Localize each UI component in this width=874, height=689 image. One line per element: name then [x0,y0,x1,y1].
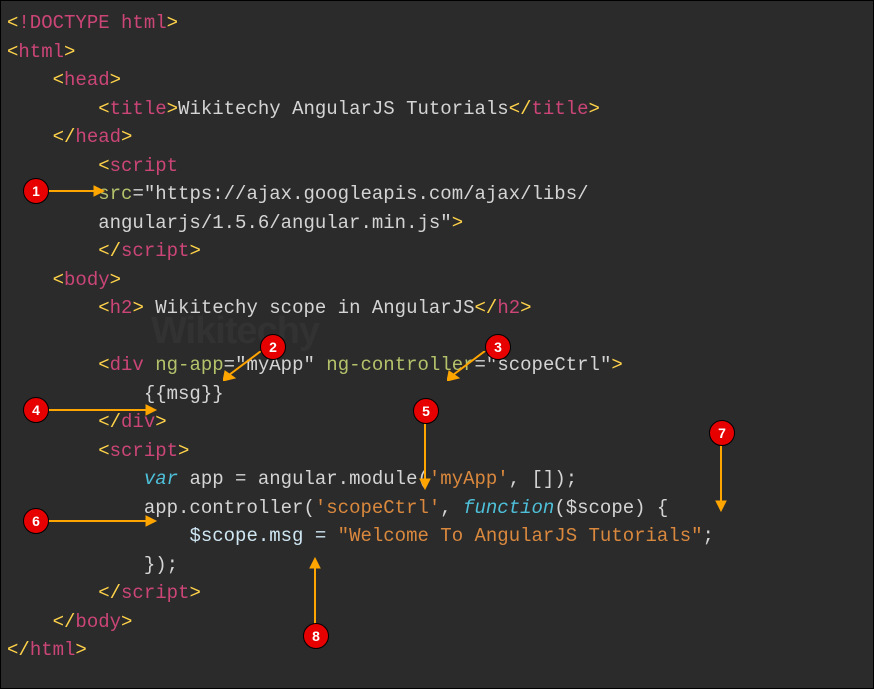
badge-3: 3 [485,334,511,360]
badge-7: 7 [709,420,735,446]
arrow-1 [46,185,106,197]
arrow-3 [447,351,487,381]
badge-1: 1 [23,178,49,204]
arrow-6 [46,515,158,527]
badge-2: 2 [260,334,286,360]
arrow-4 [46,404,158,416]
code-container: Wikitechy <!DOCTYPE html> <html> <head> … [0,0,874,689]
badge-8: 8 [303,623,329,649]
badge-6: 6 [23,508,49,534]
arrow-2 [223,351,263,381]
badge-5: 5 [413,398,439,424]
arrow-7 [715,443,727,513]
arrow-8 [309,556,321,626]
code-block: <!DOCTYPE html> <html> <head> <title>Wik… [7,9,867,665]
badge-4: 4 [23,397,49,423]
arrow-5 [419,421,431,491]
